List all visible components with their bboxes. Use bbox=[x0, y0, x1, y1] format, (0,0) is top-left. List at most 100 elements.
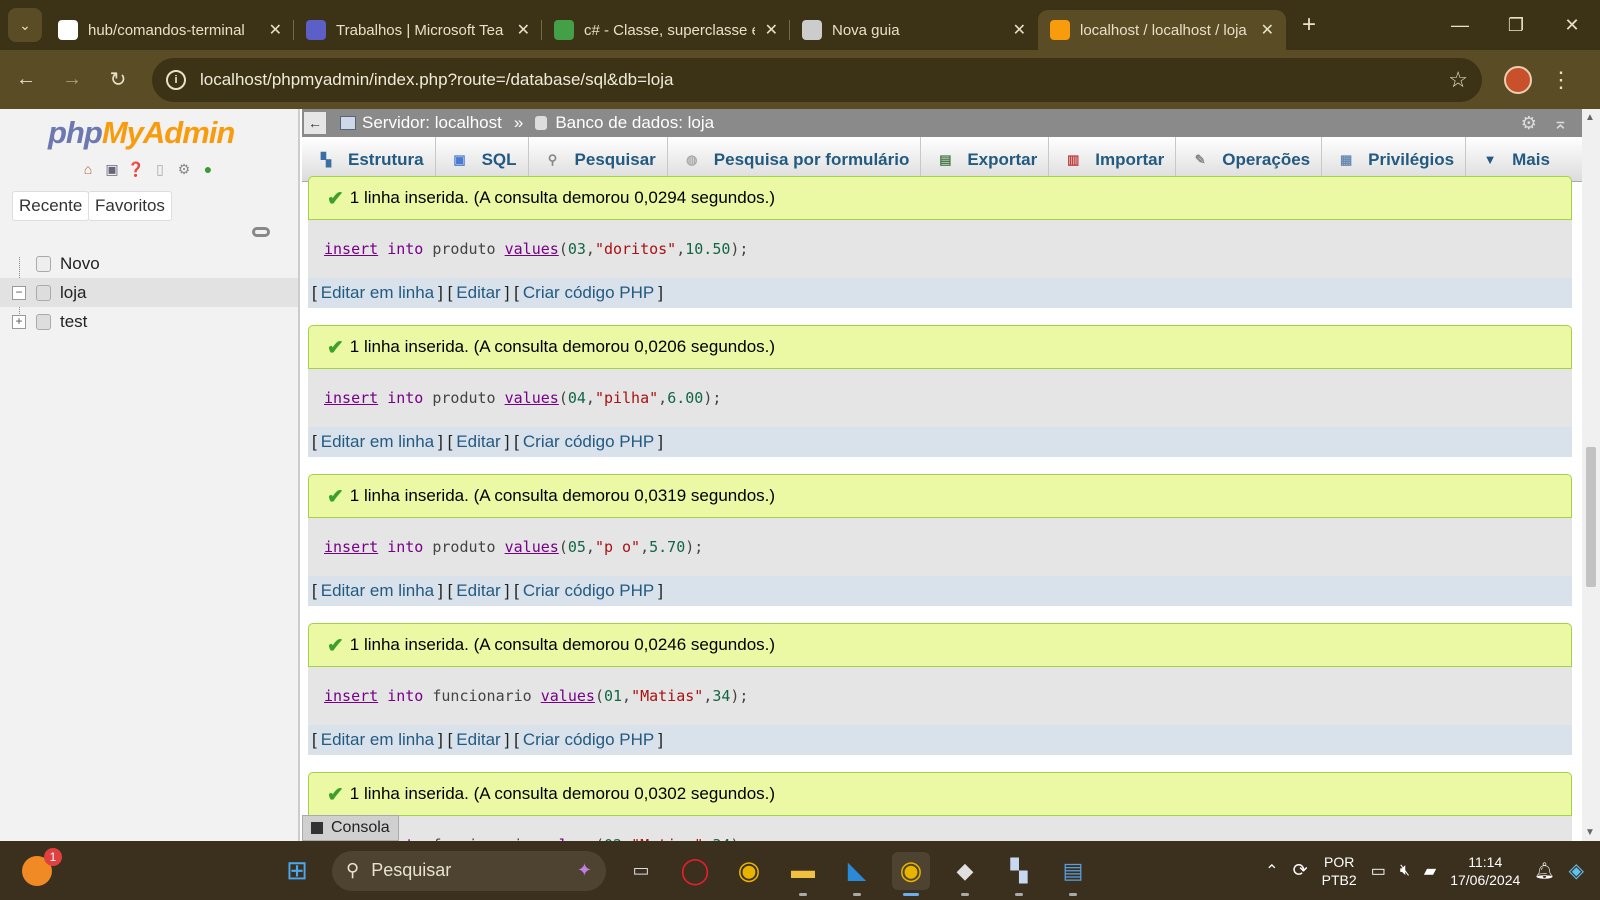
close-tab-icon[interactable]: ✕ bbox=[1013, 20, 1026, 40]
browser-tab[interactable]: c# - Classe, superclasse e ✕ bbox=[542, 10, 790, 50]
file-explorer-icon[interactable]: ▬ bbox=[784, 852, 822, 896]
scroll-down-icon[interactable]: ▼ bbox=[1585, 827, 1595, 838]
query-result: ✔ 1 linha inserida. (A consulta demorou … bbox=[308, 623, 1572, 755]
breadcrumb-database[interactable]: Banco de dados: loja bbox=[555, 113, 714, 133]
forward-button[interactable]: → bbox=[52, 60, 92, 100]
sql-punct: , bbox=[585, 389, 595, 407]
browser-tab[interactable]: hub/comandos-terminal ✕ bbox=[46, 10, 294, 50]
page-scrollbar[interactable]: ▲ ▼ bbox=[1582, 109, 1600, 841]
close-window-button[interactable]: ✕ bbox=[1544, 0, 1600, 50]
notification-app-icon[interactable]: 1 bbox=[22, 847, 62, 886]
sql-keyword: insert bbox=[324, 240, 379, 258]
taskbar-search-placeholder: Pesquisar bbox=[371, 860, 452, 880]
phpmyadmin-logo[interactable]: phpMyAdmin bbox=[48, 115, 235, 151]
chrome-icon[interactable]: ◉ bbox=[730, 852, 768, 890]
search-icon: ⚲ bbox=[346, 860, 360, 880]
browser-menu-icon[interactable]: ⋮ bbox=[1550, 67, 1572, 93]
profile-avatar[interactable] bbox=[1504, 65, 1532, 94]
tree-item-loja[interactable]: − loja bbox=[0, 278, 298, 307]
breadcrumb-separator: » bbox=[513, 113, 524, 132]
browser-tab[interactable]: localhost / localhost / loja ✕ bbox=[1038, 10, 1286, 50]
reload-button[interactable]: ↻ bbox=[98, 60, 138, 100]
edit-link[interactable]: Editar bbox=[456, 432, 500, 452]
tab-search-button[interactable]: ⌄ bbox=[8, 8, 42, 42]
sql-number: 6.00 bbox=[667, 389, 704, 407]
scrollbar-thumb[interactable] bbox=[1586, 447, 1596, 587]
create-php-code-link[interactable]: Criar código PHP bbox=[523, 283, 654, 303]
reload-nav-icon[interactable]: ● bbox=[198, 160, 218, 178]
close-tab-icon[interactable]: ✕ bbox=[1261, 20, 1274, 40]
stackoverflow-icon bbox=[554, 20, 574, 40]
tree-item-test[interactable]: + test bbox=[0, 307, 298, 336]
scroll-up-icon[interactable]: ▲ bbox=[1585, 112, 1595, 123]
link-with-main-icon[interactable] bbox=[252, 227, 270, 237]
create-php-code-link[interactable]: Criar código PHP bbox=[523, 581, 654, 601]
home-icon[interactable]: ⌂ bbox=[78, 160, 98, 178]
tab-label: SQL bbox=[481, 149, 517, 169]
notifications-bell-icon[interactable]: 🔔︎ bbox=[1534, 861, 1554, 881]
app-icon[interactable]: ▚ bbox=[1000, 852, 1038, 896]
start-icon[interactable]: ⊞ bbox=[278, 852, 316, 890]
top-right-controls: ⚙ ⌅ bbox=[1521, 113, 1568, 134]
restore-button[interactable]: ❐ bbox=[1488, 0, 1544, 50]
task-view-icon[interactable]: ▭ bbox=[622, 852, 660, 890]
sql-icon: ▣ bbox=[453, 151, 466, 167]
tree-item-novo[interactable]: Novo bbox=[0, 249, 298, 278]
bookmark-star-icon[interactable]: ☆ bbox=[1448, 67, 1468, 93]
tree-item-label: test bbox=[60, 311, 88, 331]
wrench-icon: ✎ bbox=[1194, 151, 1206, 167]
chevron-up-icon[interactable]: ⌃ bbox=[1265, 861, 1278, 881]
address-bar[interactable]: i localhost/phpmyadmin/index.php?route=/… bbox=[152, 57, 1482, 102]
collapse-top-icon[interactable]: ⌅ bbox=[1553, 113, 1568, 134]
sync-icon[interactable]: ⟳ bbox=[1293, 860, 1308, 881]
copilot-icon[interactable]: ◈ bbox=[1569, 858, 1584, 883]
settings-gear-icon[interactable]: ⚙ bbox=[174, 160, 194, 178]
network-icon[interactable]: ▭ bbox=[1371, 861, 1386, 881]
sql-table: produto bbox=[432, 240, 496, 258]
edit-inline-link[interactable]: Editar em linha bbox=[321, 581, 434, 601]
notepad-icon[interactable]: ▤ bbox=[1054, 852, 1092, 896]
input-language[interactable]: POR PTB2 bbox=[1322, 853, 1357, 889]
edit-link[interactable]: Editar bbox=[456, 283, 500, 303]
git-icon[interactable]: ◆ bbox=[946, 852, 984, 896]
browser-toolbar: ← → ↻ i localhost/phpmyadmin/index.php?r… bbox=[0, 50, 1600, 109]
edit-inline-link[interactable]: Editar em linha bbox=[321, 432, 434, 452]
volume-muted-icon[interactable]: 🔇︎ bbox=[1400, 862, 1410, 880]
edit-inline-link[interactable]: Editar em linha bbox=[321, 730, 434, 750]
search-icon: ⚲ bbox=[547, 151, 558, 167]
sql-punct: ); bbox=[730, 240, 749, 258]
edit-inline-link[interactable]: Editar em linha bbox=[321, 283, 434, 303]
new-tab-button[interactable]: + bbox=[1302, 11, 1316, 39]
minimize-button[interactable]: — bbox=[1432, 0, 1488, 50]
clock[interactable]: 11:14 17/06/2024 bbox=[1450, 853, 1520, 889]
battery-icon[interactable]: ▰ bbox=[1424, 861, 1436, 881]
recent-button[interactable]: Recente bbox=[12, 191, 90, 221]
browser-tab[interactable]: Nova guia ✕ bbox=[790, 10, 1038, 50]
create-php-code-link[interactable]: Criar código PHP bbox=[523, 432, 654, 452]
favorites-button[interactable]: Favoritos bbox=[88, 191, 172, 221]
expand-icon[interactable]: + bbox=[12, 314, 26, 329]
sql-number: 03 bbox=[567, 240, 586, 258]
collapse-nav-icon[interactable]: ← bbox=[304, 112, 326, 134]
opera-icon[interactable]: ◯ bbox=[676, 852, 714, 890]
close-tab-icon[interactable]: ✕ bbox=[269, 20, 282, 40]
breadcrumb-server[interactable]: Servidor: localhost bbox=[362, 113, 502, 133]
vscode-icon[interactable]: ◣ bbox=[838, 852, 876, 896]
edit-link[interactable]: Editar bbox=[456, 730, 500, 750]
logout-icon[interactable]: ▣ bbox=[102, 160, 122, 178]
collapse-icon[interactable]: − bbox=[12, 285, 26, 300]
page-settings-icon[interactable]: ⚙ bbox=[1521, 113, 1537, 134]
sql-punct: ( bbox=[558, 538, 568, 556]
edit-link[interactable]: Editar bbox=[456, 581, 500, 601]
back-button[interactable]: ← bbox=[6, 60, 46, 100]
taskbar-search[interactable]: ⚲ Pesquisar ✦ bbox=[332, 850, 606, 891]
console-toggle[interactable]: Consola bbox=[302, 815, 399, 841]
close-tab-icon[interactable]: ✕ bbox=[517, 20, 530, 40]
close-tab-icon[interactable]: ✕ bbox=[765, 20, 778, 40]
create-php-code-link[interactable]: Criar código PHP bbox=[523, 730, 654, 750]
chrome-active-icon[interactable]: ◉ bbox=[892, 851, 930, 896]
docs-icon[interactable]: ▯ bbox=[150, 160, 170, 178]
browser-tab[interactable]: Trabalhos | Microsoft Tea ✕ bbox=[294, 10, 542, 50]
help-icon[interactable]: ❓ bbox=[126, 160, 146, 178]
site-info-icon[interactable]: i bbox=[166, 69, 186, 90]
